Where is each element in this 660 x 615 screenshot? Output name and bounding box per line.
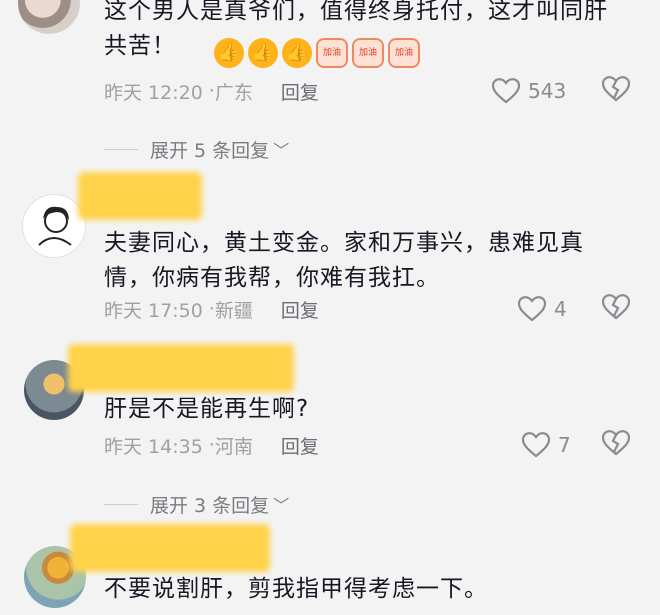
broken-heart-icon	[602, 430, 630, 456]
like-count: 7	[558, 433, 571, 457]
expand-replies-label: 展开 5 条回复	[150, 139, 270, 162]
like-count: 543	[528, 79, 567, 103]
redacted-username	[68, 344, 294, 392]
comment-region: 河南	[214, 435, 253, 458]
heart-icon	[518, 296, 546, 322]
expand-replies-button[interactable]: 展开 3 条回复 ﹀	[104, 489, 289, 519]
jiayou-emoji: 加油	[352, 38, 384, 68]
reply-button[interactable]: 回复	[281, 296, 319, 323]
heart-icon	[492, 78, 520, 104]
like-button[interactable]: 4	[518, 294, 567, 324]
chevron-down-icon: ﹀	[273, 496, 290, 515]
jiayou-emoji: 加油	[388, 38, 420, 68]
comment-meta: 昨天 17:50 · 新疆 回复	[104, 294, 319, 324]
comment-region: 广东	[214, 81, 253, 104]
like-count: 4	[554, 297, 567, 321]
expand-replies-button[interactable]: 展开 5 条回复 ﹀	[104, 134, 289, 164]
comment-meta: 昨天 14:35 · 河南 回复	[104, 430, 319, 460]
divider	[104, 148, 138, 150]
avatar[interactable]	[22, 194, 86, 258]
comment-time: 昨天 14:35	[104, 435, 203, 458]
comment-time: 昨天 12:20	[104, 81, 203, 104]
like-button[interactable]: 7	[522, 430, 571, 460]
comment-text: 不要说割肝，剪我指甲得考虑一下。	[104, 576, 488, 602]
avatar[interactable]	[18, 0, 80, 34]
redacted-username	[78, 172, 202, 220]
divider	[104, 503, 138, 505]
comment-region: 新疆	[214, 299, 253, 322]
thumbs-up-icon: 👍	[214, 38, 244, 68]
expand-replies-label: 展开 3 条回复	[150, 494, 270, 517]
emoji-row: 👍 👍 👍 加油 加油 加油	[214, 37, 420, 69]
like-button[interactable]: 543	[492, 76, 566, 106]
comment-time: 昨天 17:50	[104, 299, 203, 322]
reply-button[interactable]: 回复	[281, 432, 319, 459]
comment-text: 肝是不是能再生啊?	[104, 396, 310, 422]
redacted-username	[70, 524, 270, 572]
thumbs-up-icon: 👍	[282, 38, 312, 68]
jiayou-emoji: 加油	[316, 38, 348, 68]
dislike-button[interactable]	[602, 430, 632, 460]
dislike-button[interactable]	[602, 294, 632, 324]
comment-text: 夫妻同心，黄土变金。家和万事兴，患难见真情，你病有我帮，你难有我扛。	[104, 230, 584, 291]
dislike-button[interactable]	[602, 76, 632, 106]
reply-button[interactable]: 回复	[281, 78, 319, 105]
thumbs-up-icon: 👍	[248, 38, 278, 68]
heart-icon	[522, 432, 550, 458]
chevron-down-icon: ﹀	[273, 141, 290, 160]
broken-heart-icon	[602, 294, 630, 320]
broken-heart-icon	[602, 76, 630, 102]
comment-meta: 昨天 12:20 · 广东 回复	[104, 76, 319, 106]
